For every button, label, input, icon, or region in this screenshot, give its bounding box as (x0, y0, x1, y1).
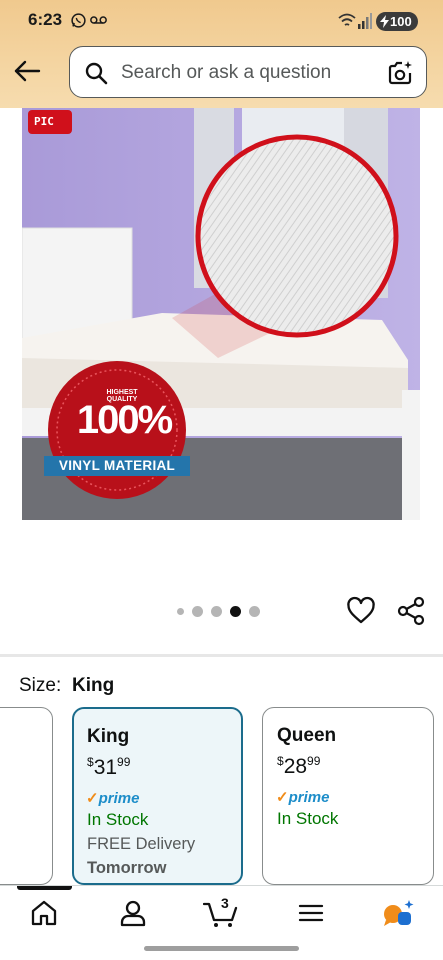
price-cents: 99 (117, 755, 131, 769)
charging-icon (380, 15, 389, 28)
size-option-card-partial[interactable] (0, 707, 53, 885)
prime-label: prime (288, 789, 330, 806)
delivery-day: Tomorrow (87, 859, 167, 877)
delivery-text: FREE Delivery (87, 835, 196, 853)
heart-icon[interactable] (346, 596, 376, 626)
prime-badge: ✓prime (276, 788, 329, 806)
stock-status: In Stock (87, 810, 149, 829)
price-currency: $ (277, 754, 284, 768)
size-option-price: $3199 (87, 755, 130, 780)
size-label: Size: (19, 675, 62, 696)
size-option-name: King (87, 726, 130, 747)
back-arrow-icon[interactable] (10, 56, 44, 86)
share-icon[interactable] (397, 596, 425, 626)
whatsapp-icon (71, 13, 86, 28)
size-option-name: Queen (277, 725, 337, 746)
home-icon[interactable] (29, 898, 59, 928)
brand-logo-text: PIC (34, 115, 54, 128)
image-carousel-dots[interactable] (177, 605, 260, 617)
badge-percent-text: 100% (76, 398, 173, 442)
price-whole: 31 (93, 756, 118, 779)
status-bar: 6:23 100 (0, 0, 443, 42)
brand-logo: PIC (28, 110, 72, 134)
prime-label: prime (98, 790, 140, 807)
section-divider (0, 654, 443, 657)
price-whole: 28 (283, 755, 308, 778)
search-placeholder: Search or ask a question (121, 62, 332, 83)
carousel-dot[interactable] (211, 605, 222, 617)
price-cents: 99 (307, 754, 321, 768)
status-time: 6:23 (28, 10, 63, 29)
carousel-dot-active[interactable] (230, 605, 241, 617)
prime-badge: ✓prime (86, 789, 139, 807)
size-option-king[interactable]: King $3199 ✓prime In Stock FREE Delivery… (72, 707, 243, 885)
carousel-dot[interactable] (192, 605, 203, 617)
cart-count-badge: 3 (221, 895, 229, 911)
rufus-assistant-icon[interactable] (382, 898, 416, 928)
camera-lens-icon[interactable] (386, 59, 414, 87)
size-selected-value: King (72, 675, 115, 696)
price-currency: $ (87, 755, 94, 769)
search-icon (85, 62, 108, 85)
search-bar[interactable]: Search or ask a question (69, 46, 427, 98)
stock-status: In Stock (277, 809, 339, 828)
carousel-dot[interactable] (177, 607, 184, 615)
prime-check-icon: ✓ (276, 789, 289, 806)
header-bar: 6:23 100 Search or ask a question (0, 0, 443, 108)
battery-level: 100 (390, 14, 412, 29)
active-tab-indicator (17, 886, 72, 890)
wifi-icon (338, 13, 356, 26)
prime-check-icon: ✓ (86, 790, 99, 807)
menu-icon[interactable] (296, 898, 326, 928)
size-option-price: $2899 (277, 754, 320, 779)
carousel-dot[interactable] (249, 605, 260, 617)
badge-ribbon-text: VINYL MATERIAL (44, 456, 190, 476)
battery-indicator: 100 (376, 12, 418, 31)
size-option-queen[interactable]: Queen $2899 ✓prime In Stock (262, 707, 434, 885)
voicemail-icon (90, 16, 107, 24)
account-icon[interactable] (118, 898, 148, 928)
gesture-bar[interactable] (144, 946, 299, 951)
signal-icon (358, 13, 372, 29)
